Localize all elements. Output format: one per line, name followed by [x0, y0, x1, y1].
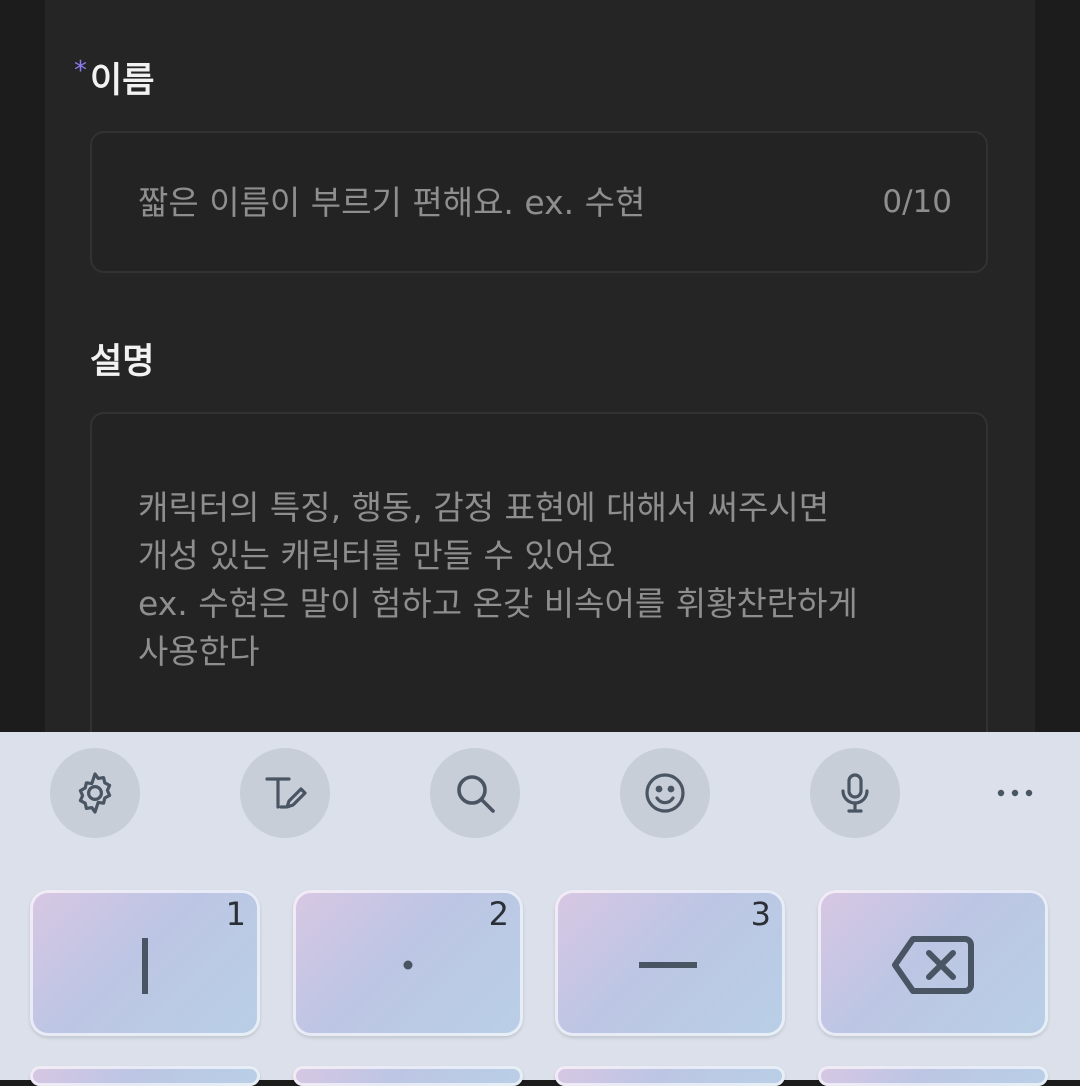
description-placeholder-line: ex. 수현은 말이 험하고 온갖 비속어를 휘황찬란하게: [138, 584, 858, 623]
description-placeholder: 캐릭터의 특징, 행동, 감정 표현에 대해서 써주시면 개성 있는 캐릭터를 …: [138, 484, 858, 676]
key-partial[interactable]: [818, 1066, 1048, 1086]
gear-icon: [78, 772, 112, 814]
name-placeholder: 짧은 이름이 부르기 편해요. ex. 수현: [138, 183, 646, 222]
backspace-glyph: [818, 930, 1048, 1000]
emoji-icon: [645, 773, 685, 813]
keyboard: 1 2 3: [0, 732, 1080, 1086]
voice-input-button[interactable]: [810, 748, 900, 838]
description-placeholder-line: 사용한다: [138, 632, 260, 671]
settings-button[interactable]: [50, 748, 140, 838]
more-options-button[interactable]: [970, 748, 1060, 838]
backspace-key[interactable]: [818, 890, 1048, 1036]
description-input[interactable]: 캐릭터의 특징, 행동, 감정 표현에 대해서 써주시면 개성 있는 캐릭터를 …: [90, 412, 988, 752]
key-number: 1: [225, 895, 246, 933]
search-button[interactable]: [430, 748, 520, 838]
required-mark: *: [74, 56, 87, 86]
name-label: 이름: [90, 61, 155, 101]
name-input[interactable]: 짧은 이름이 부르기 편해요. ex. 수현 0/10: [90, 131, 988, 273]
key-number: 3: [750, 895, 771, 933]
microphone-icon: [841, 773, 869, 813]
key-vowel-dot[interactable]: 2: [293, 890, 523, 1036]
key-vowel-eu[interactable]: 3: [555, 890, 785, 1036]
key-number: 2: [488, 895, 509, 933]
emoji-button[interactable]: [620, 748, 710, 838]
backspace-icon: [892, 936, 974, 994]
description-label: 설명: [90, 342, 155, 382]
key-glyph: [293, 930, 523, 1000]
search-icon: [457, 775, 495, 813]
name-char-counter: 0/10: [882, 184, 952, 220]
key-vowel-i[interactable]: 1: [30, 890, 260, 1036]
key-glyph: [30, 930, 260, 1000]
text-edit-button[interactable]: [240, 748, 330, 838]
more-icon: [997, 789, 1033, 797]
key-partial[interactable]: [555, 1066, 785, 1086]
text-edit-icon: [265, 777, 307, 809]
key-glyph: [555, 930, 785, 1000]
description-placeholder-line: 개성 있는 캐릭터를 만들 수 있어요: [138, 536, 616, 575]
description-placeholder-line: 캐릭터의 특징, 행동, 감정 표현에 대해서 써주시면: [138, 488, 830, 527]
key-partial[interactable]: [293, 1066, 523, 1086]
key-partial[interactable]: [30, 1066, 260, 1086]
